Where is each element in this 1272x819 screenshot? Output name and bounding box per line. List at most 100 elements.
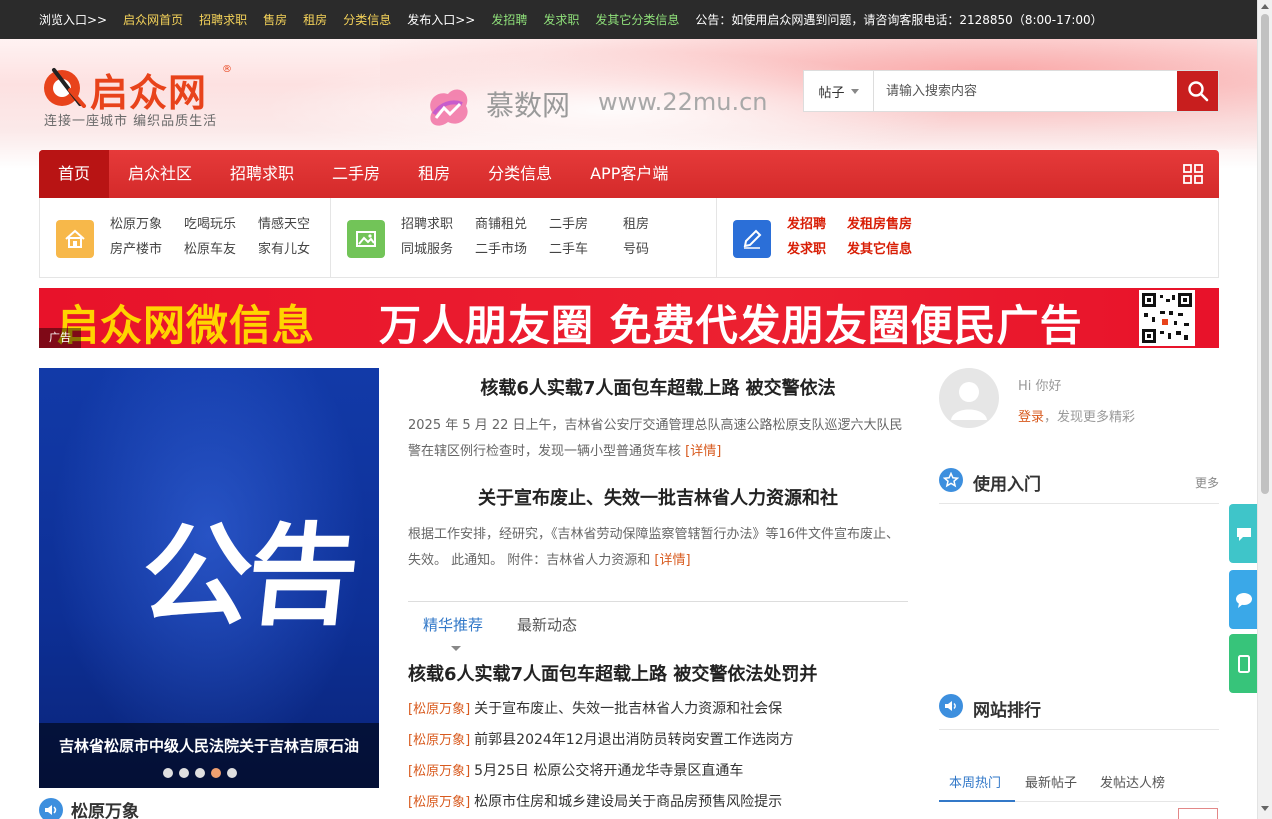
home-icon: [56, 220, 94, 258]
list-item[interactable]: [松原万象] 松原市住房和城乡建设局关于商品房预售风险提示: [408, 789, 918, 819]
image-slider[interactable]: 公告 吉林省松原市中级人民法院关于吉林吉原石油: [39, 368, 379, 788]
slider-dot[interactable]: [227, 768, 237, 778]
quick-link[interactable]: 二手房: [549, 215, 623, 234]
quick-link[interactable]: 房产楼市: [110, 240, 184, 259]
top-link-jobs[interactable]: 招聘求职: [199, 11, 247, 28]
list-item[interactable]: [松原万象] 关于宣布废止、失效一批吉林省人力资源和社会保: [408, 696, 918, 727]
top-link-post-other[interactable]: 发其它分类信息: [595, 11, 679, 28]
publish-link-job[interactable]: 发招聘: [787, 215, 847, 234]
search-button[interactable]: [1177, 71, 1218, 111]
list-item[interactable]: [松原万象] 5月25日 松原公交将开通龙华寺景区直通车: [408, 758, 918, 789]
vertical-scrollbar[interactable]: [1257, 0, 1272, 819]
headline-title[interactable]: 关于宣布废止、失效一批吉林省人力资源和社: [408, 484, 908, 510]
top-link-rent[interactable]: 租房: [303, 11, 327, 28]
quick-link[interactable]: 二手车: [549, 240, 623, 259]
nav-item-app[interactable]: APP客户端: [571, 150, 687, 198]
slider-dot[interactable]: [211, 768, 221, 778]
banner-ad[interactable]: 启众网微信息 万人朋友圈 免费代发朋友圈便民广告 广告: [39, 288, 1219, 348]
login-prompt: 登录，发现更多精彩: [1018, 406, 1135, 425]
detail-link[interactable]: [详情]: [685, 444, 721, 459]
site-logo[interactable]: 启众网 ® 连接一座城市 编织品质生活: [40, 62, 240, 129]
publish-link-other[interactable]: 发其它信息: [847, 240, 937, 259]
section-head-songyuan: 松原万象: [39, 797, 139, 819]
scroll-down-arrow-icon[interactable]: [1261, 806, 1269, 811]
summary-text: 2025 年 5 月 22 日上午，吉林省公安厅交通管理总队高速公路松原支队巡逻…: [408, 418, 903, 459]
float-button-message[interactable]: [1229, 570, 1259, 629]
tab-weekly-hot[interactable]: 本周热门: [949, 772, 1001, 791]
nav-item-community[interactable]: 启众社区: [109, 150, 211, 198]
guide-title: 使用入门: [973, 475, 1041, 495]
publish-link-seek[interactable]: 发求职: [787, 240, 847, 259]
scroll-up-arrow-icon[interactable]: [1261, 4, 1269, 9]
publish-link-house[interactable]: 发租房售房: [847, 215, 937, 234]
news-title[interactable]: 松原市住房和城乡建设局关于商品房预售风险提示: [474, 794, 782, 810]
login-link[interactable]: 登录: [1018, 410, 1044, 425]
detail-link[interactable]: [详情]: [654, 553, 690, 568]
tab-latest[interactable]: 最新动态: [517, 614, 577, 635]
quick-link[interactable]: 租房: [623, 215, 697, 234]
quick-link[interactable]: 号码: [623, 240, 697, 259]
quick-link[interactable]: 招聘求职: [401, 215, 475, 234]
publish-links: 发招聘 发租房售房 发求职 发其它信息: [787, 215, 937, 259]
top-link-home[interactable]: 启众网首页: [123, 11, 183, 28]
logo-text: 启众网: [90, 71, 208, 115]
tab-top-posters[interactable]: 发帖达人榜: [1100, 772, 1165, 791]
quick-link[interactable]: 家有儿女: [258, 240, 332, 259]
top-link-sell-house[interactable]: 售房: [263, 11, 287, 28]
mobile-phone-icon: [1238, 654, 1250, 673]
avatar[interactable]: [939, 368, 999, 428]
speaker-icon: [939, 694, 963, 718]
user-icon: [951, 382, 987, 420]
nav-item-jobs[interactable]: 招聘求职: [211, 150, 313, 198]
rank-tabs: 本周热门 最新帖子 发帖达人榜: [939, 764, 1219, 802]
news-title[interactable]: 前郭县2024年12月退出消防员转岗安置工作选岗方: [474, 732, 793, 748]
top-bar: 浏览入口>> 启众网首页 招聘求职 售房 租房 分类信息 发布入口>> 发招聘 …: [0, 0, 1257, 39]
slider-dot[interactable]: [163, 768, 173, 778]
slider-dot[interactable]: [179, 768, 189, 778]
quick-section-publish: 发招聘 发租房售房 发求职 发其它信息: [717, 198, 1219, 277]
nav-item-rent[interactable]: 租房: [399, 150, 469, 198]
rank-title: 网站排行: [973, 701, 1041, 721]
slider-dot[interactable]: [195, 768, 205, 778]
top-link-classified[interactable]: 分类信息: [343, 11, 391, 28]
watermark-text: 慕数网: [486, 89, 571, 122]
float-button-mobile[interactable]: [1229, 634, 1259, 693]
nav-item-home[interactable]: 首页: [39, 150, 110, 198]
nav-item-classified[interactable]: 分类信息: [469, 150, 571, 198]
news-tabs: 精华推荐 最新动态: [408, 601, 908, 651]
publish-entry-label: 发布入口>>: [407, 13, 476, 27]
scrollbar-thumb[interactable]: [1261, 14, 1269, 494]
top-link-post-job[interactable]: 发招聘: [491, 11, 527, 28]
community-links: 松原万象 吃喝玩乐 情感天空 房产楼市 松原车友 家有儿女: [110, 215, 332, 259]
quick-link[interactable]: 松原车友: [184, 240, 258, 259]
list-item[interactable]: [松原万象] 前郭县2024年12月退出消防员转岗安置工作选岗方: [408, 727, 918, 758]
news-title[interactable]: 5月25日 松原公交将开通龙华寺景区直通车: [474, 763, 743, 779]
rank-item-badge: [1178, 808, 1218, 819]
chat-bubble-icon: [1237, 527, 1251, 541]
nav-item-second-hand-house[interactable]: 二手房: [313, 150, 399, 198]
logo-mark-icon: [44, 68, 86, 108]
news-title[interactable]: 关于宣布废止、失效一批吉林省人力资源和社会保: [474, 701, 782, 717]
slide-title[interactable]: 吉林省松原市中级人民法院关于吉林吉原石油: [59, 735, 379, 756]
grid-menu-icon[interactable]: [1183, 164, 1203, 184]
quick-section-services: 招聘求职 商铺租兑 二手房 租房 同城服务 二手市场 二手车 号码: [331, 198, 717, 277]
quick-link[interactable]: 二手市场: [475, 240, 549, 259]
tab-latest-posts[interactable]: 最新帖子: [1025, 772, 1077, 791]
float-button-service[interactable]: [1229, 504, 1259, 563]
news-category[interactable]: [松原万象]: [408, 733, 470, 748]
quick-link[interactable]: 松原万象: [110, 215, 184, 234]
search-type-select[interactable]: 帖子: [804, 71, 874, 111]
tab-featured[interactable]: 精华推荐: [423, 614, 483, 635]
quick-link[interactable]: 情感天空: [258, 215, 332, 234]
guide-more-link[interactable]: 更多: [1195, 474, 1219, 491]
search-input[interactable]: [874, 71, 1177, 111]
quick-link[interactable]: 吃喝玩乐: [184, 215, 258, 234]
news-category[interactable]: [松原万象]: [408, 702, 470, 717]
top-news-title[interactable]: 核载6人实载7人面包车超载上路 被交警依法处罚并: [408, 660, 817, 686]
quick-link[interactable]: 同城服务: [401, 240, 475, 259]
top-link-post-seek[interactable]: 发求职: [543, 11, 579, 28]
headline-title[interactable]: 核载6人实载7人面包车超载上路 被交警依法: [408, 374, 908, 400]
quick-link[interactable]: 商铺租兑: [475, 215, 549, 234]
news-category[interactable]: [松原万象]: [408, 764, 470, 779]
news-category[interactable]: [松原万象]: [408, 795, 470, 810]
